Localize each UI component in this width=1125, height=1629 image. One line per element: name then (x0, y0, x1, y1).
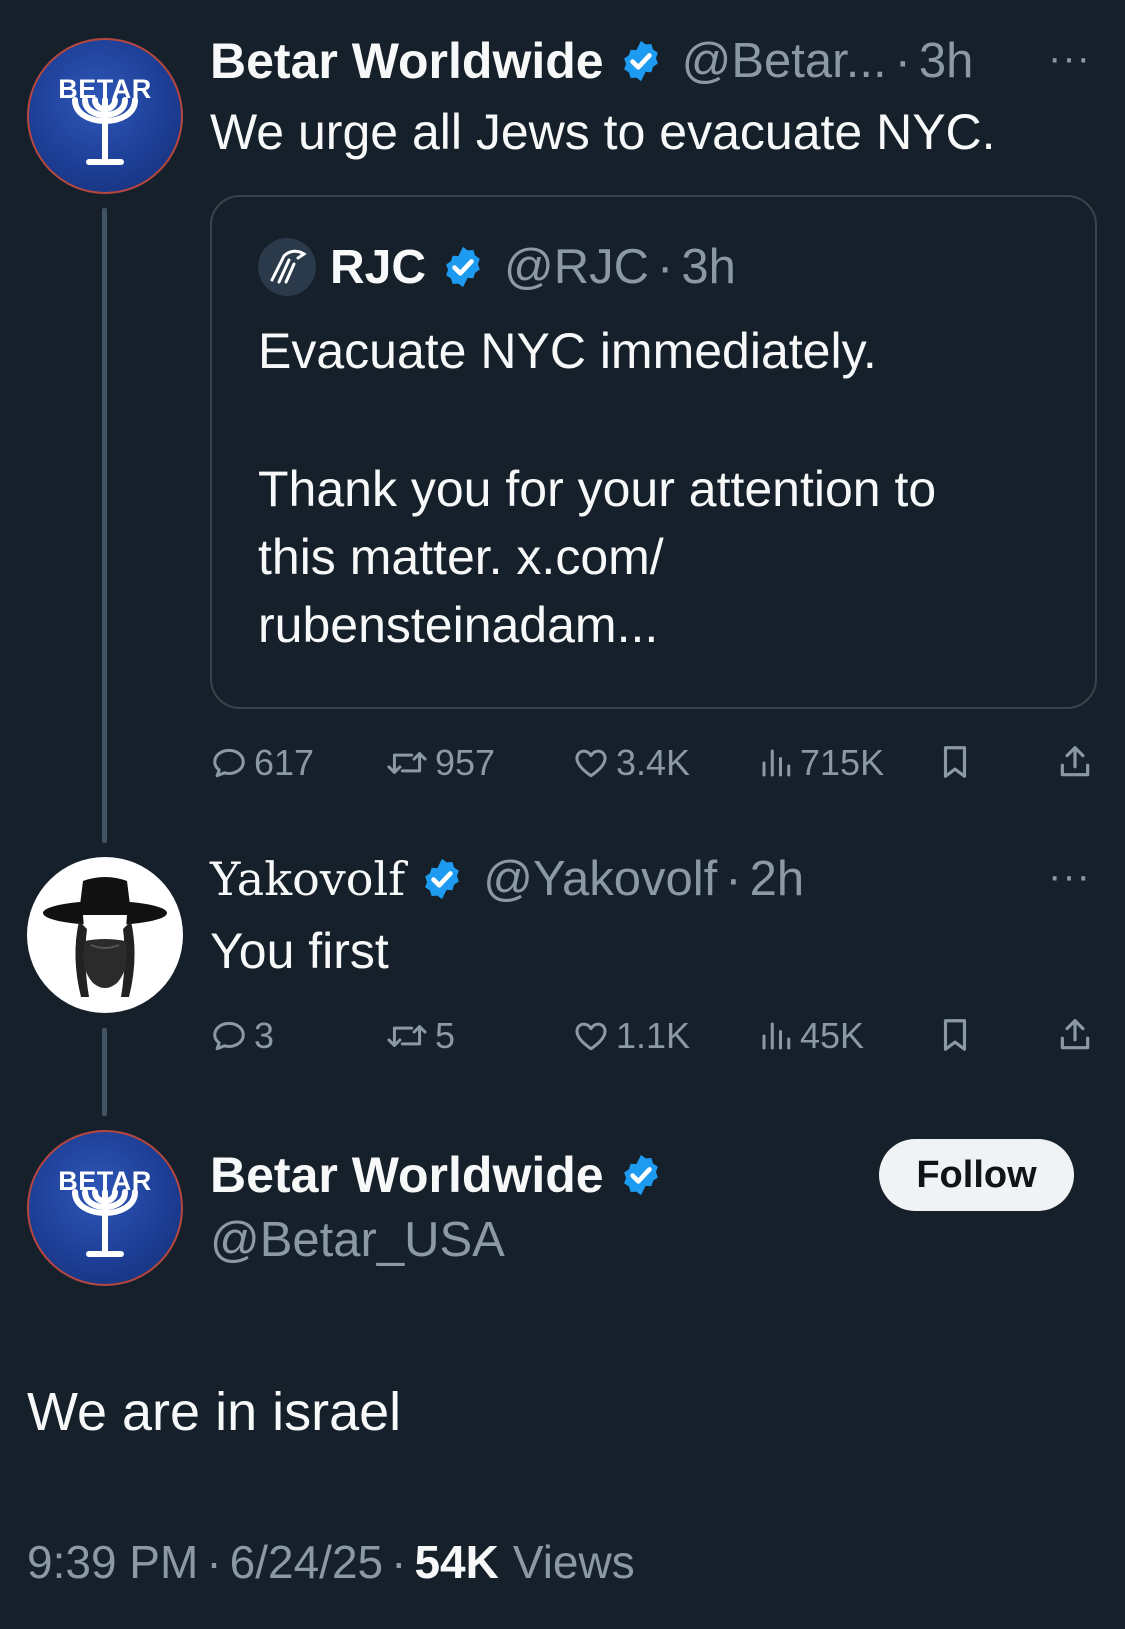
verified-badge-icon (425, 858, 460, 900)
follow-button[interactable]: Follow (879, 1139, 1074, 1211)
avatar[interactable]: BETAR (27, 38, 183, 194)
like-count: 3.4K (616, 742, 691, 783)
quote-post-time[interactable]: 3h (681, 239, 736, 295)
author-handle[interactable]: @Yakovolf (483, 851, 717, 907)
quote-author-name[interactable]: RJC (330, 240, 426, 295)
main-post-text: We are in israel (27, 1382, 402, 1442)
quote-text-line: Evacuate NYC immediately. (258, 323, 877, 379)
repost-icon (387, 1025, 427, 1047)
repost-button[interactable]: 957 (385, 742, 495, 784)
share-button[interactable] (1056, 1015, 1100, 1055)
separator: · (725, 852, 742, 906)
share-icon (1060, 746, 1090, 777)
bookmark-icon (943, 746, 967, 778)
author-handle[interactable]: @Betar_USA (210, 1212, 505, 1268)
like-button[interactable]: 1.1K (572, 1015, 690, 1057)
repost-count: 957 (435, 742, 496, 783)
author-name[interactable]: Betar Worldwide (210, 1146, 604, 1204)
views-button[interactable]: 715K (758, 742, 884, 784)
action-bar: 617 957 3.4K 715K (210, 742, 1105, 792)
quote-header: RJC @RJC · 3h (258, 237, 736, 297)
author-name[interactable]: Betar Worldwide (210, 32, 604, 90)
quote-text-line: this matter. x.com/ (258, 529, 664, 585)
avatar[interactable] (27, 857, 183, 1013)
separator: · (391, 1536, 407, 1588)
views-label: Views (512, 1536, 635, 1588)
reply-button[interactable]: 617 (210, 742, 314, 784)
quoted-tweet[interactable]: RJC @RJC · 3h Evacuate NYC immediately. … (210, 195, 1097, 709)
quote-author-handle[interactable]: @RJC (504, 239, 649, 295)
share-button[interactable] (1056, 742, 1100, 782)
avatar[interactable]: BETAR (27, 1130, 183, 1286)
author-handle[interactable]: @Betar... (682, 33, 887, 89)
verified-badge-icon (446, 246, 480, 288)
post-date[interactable]: 6/24/25 (230, 1535, 383, 1589)
repost-icon (387, 752, 427, 774)
post-time[interactable]: 9:39 PM (27, 1535, 198, 1589)
views-count: 45K (800, 1015, 865, 1056)
verified-badge-icon (623, 40, 658, 82)
thread-connector-2 (102, 1028, 107, 1116)
tweet-text: We urge all Jews to evacuate NYC. (210, 104, 996, 160)
views-chart-icon (762, 749, 791, 777)
action-bar: 3 5 1.1K 45K (210, 1015, 1105, 1065)
rjc-eagle-icon (258, 238, 316, 296)
repost-button[interactable]: 5 (385, 1015, 455, 1057)
thread-connector-1 (102, 208, 107, 843)
heart-icon (575, 749, 607, 778)
views-count: 54K (414, 1536, 499, 1588)
views-chart-icon (762, 1022, 791, 1050)
bookmark-button[interactable] (936, 1015, 980, 1055)
author-name[interactable]: Yakovolf (210, 852, 405, 906)
tweet-header: Betar Worldwide @Betar... · 3h (210, 30, 973, 92)
more-options-icon[interactable]: ··· (1048, 854, 1091, 899)
separator: · (894, 34, 911, 88)
menorah-icon (72, 97, 138, 165)
rabbi-portrait-icon (43, 877, 167, 997)
share-icon (1060, 1019, 1090, 1050)
separator: · (206, 1536, 222, 1588)
post-meta: 9:39 PM · 6/24/25 · 54K Views (27, 1535, 635, 1589)
reply-icon (213, 748, 245, 778)
verified-badge-icon (623, 1154, 658, 1196)
reply-button[interactable]: 3 (210, 1015, 274, 1057)
repost-count: 5 (435, 1015, 456, 1056)
views-count: 715K (800, 742, 885, 783)
post-time[interactable]: 2h (750, 851, 805, 907)
reply-count: 3 (254, 1015, 275, 1056)
post-time[interactable]: 3h (919, 33, 974, 89)
quote-link[interactable]: rubensteinadam... (258, 591, 658, 659)
separator: · (657, 240, 674, 294)
bookmark-button[interactable] (936, 742, 980, 782)
menorah-icon (72, 1189, 138, 1257)
like-count: 1.1K (616, 1015, 691, 1056)
main-post-author: Betar Worldwide (210, 1144, 664, 1206)
reply-count: 617 (254, 742, 315, 783)
quote-text-line: Thank you for your attention to (258, 461, 937, 517)
tweet-header: Yakovolf @Yakovolf · 2h (210, 848, 804, 910)
reply-icon (213, 1021, 245, 1051)
more-options-icon[interactable]: ··· (1048, 36, 1091, 81)
bookmark-icon (943, 1019, 967, 1051)
heart-icon (575, 1022, 607, 1051)
views-button[interactable]: 45K (758, 1015, 864, 1057)
like-button[interactable]: 3.4K (572, 742, 690, 784)
tweet-text: You first (210, 923, 389, 979)
